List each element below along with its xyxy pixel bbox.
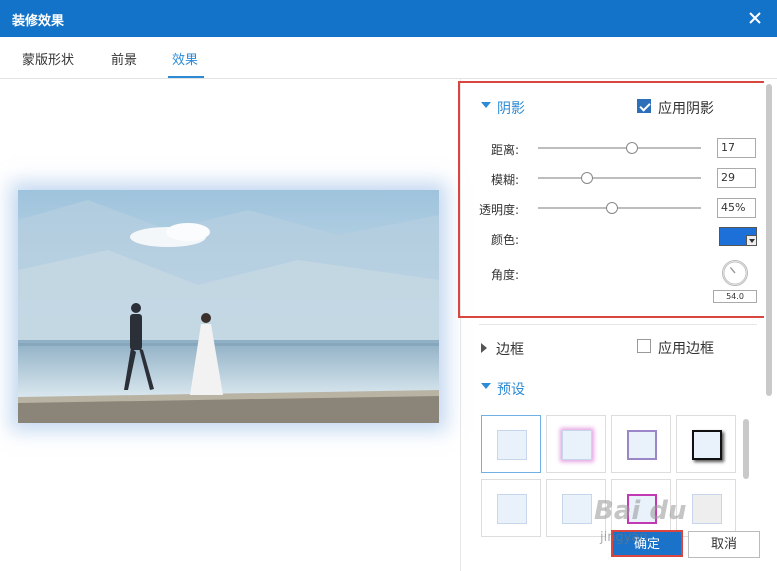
window-title: 装修效果 [12, 14, 65, 29]
color-label: 颜色: [490, 233, 519, 247]
opacity-input[interactable]: 45% [717, 198, 756, 218]
preset-purple-border[interactable] [611, 415, 671, 473]
tab-bar: 蒙版形状 前景 效果 [0, 37, 777, 79]
tab-mask-shape[interactable]: 蒙版形状 [22, 49, 74, 68]
section-divider [479, 324, 757, 325]
collapse-arrow-icon[interactable] [481, 383, 491, 389]
image-placeholder-icon [692, 430, 722, 460]
apply-border-label: 应用边框 [658, 341, 714, 357]
color-picker[interactable] [719, 227, 757, 246]
active-tab-indicator [168, 76, 204, 78]
presets-scrollbar[interactable] [743, 419, 749, 479]
preset-light[interactable] [481, 479, 541, 537]
collapse-arrow-icon[interactable] [481, 102, 491, 108]
blur-slider-handle[interactable] [581, 172, 593, 184]
apply-shadow-checkbox[interactable] [637, 99, 651, 113]
distance-label: 距离: [490, 143, 519, 157]
distance-slider-handle[interactable] [626, 142, 638, 154]
cancel-button[interactable]: 取消 [688, 531, 760, 558]
apply-border-checkbox[interactable] [637, 339, 651, 353]
blur-input[interactable]: 29 [717, 168, 756, 188]
preview-area [0, 79, 460, 571]
image-placeholder-icon [627, 430, 657, 460]
blur-label: 模糊: [490, 173, 519, 187]
opacity-slider-track[interactable] [538, 207, 701, 209]
tab-effects[interactable]: 效果 [172, 49, 198, 68]
title-bar: 装修效果 [0, 0, 777, 37]
angle-label: 角度: [490, 268, 519, 282]
image-placeholder-icon [497, 494, 527, 524]
angle-value[interactable]: 54.0 [713, 290, 757, 303]
apply-shadow-label: 应用阴影 [658, 101, 714, 117]
image-placeholder-icon [692, 494, 722, 524]
border-section-title: 边框 [496, 342, 524, 358]
preset-dark-shadow[interactable] [676, 415, 736, 473]
shadow-section-title: 阴影 [497, 101, 525, 117]
image-placeholder-icon [562, 430, 592, 460]
preset-pink-glow[interactable] [546, 415, 606, 473]
presets-section-title: 预设 [497, 382, 525, 398]
blur-slider-track[interactable] [538, 177, 701, 179]
close-icon[interactable] [743, 6, 767, 30]
distance-slider-track[interactable] [538, 147, 701, 149]
panel-scrollbar-thumb[interactable] [766, 84, 772, 396]
opacity-label: 透明度: [478, 203, 519, 217]
watermark: Bai du [594, 496, 687, 526]
image-placeholder-icon [562, 494, 592, 524]
opacity-slider-handle[interactable] [606, 202, 618, 214]
expand-arrow-icon[interactable] [481, 343, 487, 353]
image-placeholder-icon [497, 430, 527, 460]
tab-foreground[interactable]: 前景 [111, 49, 137, 68]
preview-photo [18, 190, 439, 423]
dropdown-arrow-icon [746, 235, 756, 245]
preset-plain[interactable] [481, 415, 541, 473]
distance-input[interactable]: 17 [717, 138, 756, 158]
angle-dial-icon[interactable] [722, 260, 748, 286]
watermark-sub: jingyan [600, 530, 648, 545]
